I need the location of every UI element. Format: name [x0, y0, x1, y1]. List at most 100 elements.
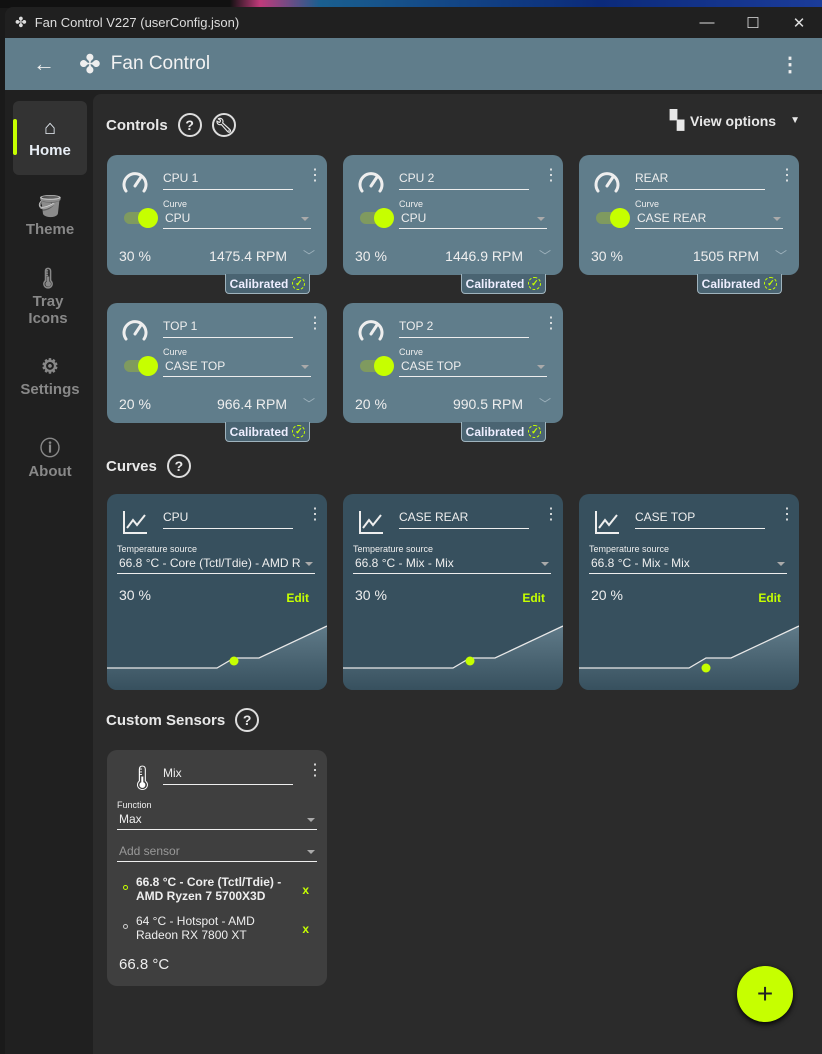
- more-options-icon[interactable]: ⋮: [543, 168, 559, 184]
- curve-select[interactable]: Curve CASE REAR: [635, 199, 783, 229]
- help-icon[interactable]: ?: [177, 113, 202, 137]
- info-icon: ⓘ: [40, 438, 60, 460]
- check-circle-icon: ✓: [528, 425, 542, 438]
- control-name-field[interactable]: CPU 1: [163, 171, 293, 190]
- check-circle-icon: ✓: [764, 277, 778, 290]
- app-bar: ← ✤ Fan Control ⋮: [5, 38, 822, 90]
- maximize-button[interactable]: ☐: [730, 7, 776, 38]
- custom-sensor-card: 🌡 Mix ⋮ Function Max Add sensor 66.8 °C -…: [107, 750, 327, 986]
- gear-icon: ⚙: [41, 356, 59, 378]
- sidebar-item-about[interactable]: ⓘ About: [13, 432, 87, 480]
- edit-curve-button[interactable]: Edit: [758, 591, 781, 605]
- temperature-source-select[interactable]: Temperature source 66.8 °C - Mix - Mix: [353, 544, 551, 574]
- section-title: Controls: [106, 116, 168, 134]
- calibrated-badge: Calibrated ✓: [225, 422, 310, 442]
- control-card: CPU 1 ⋮ Curve CPU 30 % 1475.4 RPM ﹀: [107, 155, 327, 275]
- gauge-icon: [122, 320, 148, 341]
- control-name-field[interactable]: TOP 1: [163, 319, 293, 338]
- sidebar-item-theme[interactable]: 🪣 Theme: [13, 194, 87, 238]
- control-name-field[interactable]: REAR: [635, 171, 765, 190]
- sidebar-item-label: Settings: [20, 381, 80, 398]
- help-icon[interactable]: ?: [235, 708, 260, 732]
- chevron-down-icon[interactable]: ﹀: [303, 247, 315, 264]
- minimize-button[interactable]: —: [684, 7, 730, 38]
- temperature-source-select[interactable]: Temperature source 66.8 °C - Core (Tctl/T…: [117, 544, 315, 574]
- sidebar-item-settings[interactable]: ⚙ Settings: [13, 354, 87, 398]
- calibrated-badge: Calibrated ✓: [697, 274, 782, 294]
- field-label: Curve: [163, 347, 188, 357]
- control-card: TOP 2 ⋮ Curve CASE TOP 20 % 990.5 RPM ﹀: [343, 303, 563, 423]
- control-rpm: 1505 RPM: [692, 248, 759, 264]
- chevron-down-icon[interactable]: ﹀: [539, 395, 551, 412]
- fan-logo-icon: ✤: [79, 48, 101, 79]
- close-button[interactable]: ✕: [776, 7, 822, 38]
- enable-toggle[interactable]: [596, 208, 630, 228]
- curve-select[interactable]: Curve CASE TOP: [163, 347, 311, 377]
- curve-name-field[interactable]: CPU: [163, 510, 293, 529]
- control-percent: 20 %: [355, 396, 387, 412]
- paint-bucket-icon: 🪣: [37, 196, 63, 218]
- add-button[interactable]: +: [737, 966, 793, 1022]
- curve-select[interactable]: Curve CASE TOP: [399, 347, 547, 377]
- control-percent: 20 %: [119, 396, 151, 412]
- more-options-icon[interactable]: ⋮: [543, 316, 559, 332]
- chevron-down-icon[interactable]: ﹀: [775, 247, 787, 264]
- temperature-source-select[interactable]: Temperature source 66.8 °C - Mix - Mix: [589, 544, 787, 574]
- more-options-icon[interactable]: ⋮: [779, 507, 795, 523]
- section-title: Curves: [106, 457, 157, 475]
- curve-graph: [579, 625, 799, 690]
- sidebar-item-label: Home: [29, 142, 71, 159]
- thermometer-icon: 🌡: [127, 765, 158, 792]
- caret-down-icon: ▼: [790, 115, 800, 126]
- gauge-icon: [358, 172, 384, 193]
- curve-select[interactable]: Curve CPU: [399, 199, 547, 229]
- more-menu-button[interactable]: ⋮: [780, 52, 800, 77]
- chevron-down-icon[interactable]: ﹀: [539, 247, 551, 264]
- edit-curve-button[interactable]: Edit: [286, 591, 309, 605]
- enable-toggle[interactable]: [360, 356, 394, 376]
- curve-percent: 30 %: [119, 587, 151, 603]
- field-value: Max: [119, 812, 142, 826]
- back-button[interactable]: ←: [33, 51, 55, 77]
- curve-select[interactable]: Curve CPU: [163, 199, 311, 229]
- more-options-icon[interactable]: ⋮: [307, 507, 323, 523]
- more-options-icon[interactable]: ⋮: [543, 507, 559, 523]
- curve-name-field[interactable]: CASE REAR: [399, 510, 529, 529]
- field-placeholder: Add sensor: [119, 844, 180, 858]
- help-icon[interactable]: ?: [166, 454, 191, 478]
- more-options-icon[interactable]: ⋮: [307, 763, 323, 779]
- sidebar-item-tray-icons[interactable]: 🌡 Tray Icons: [13, 266, 83, 327]
- wrench-icon[interactable]: 🔧︎: [211, 113, 236, 137]
- field-label: Curve: [163, 199, 188, 209]
- sensor-name-field[interactable]: Mix: [163, 766, 293, 785]
- more-options-icon[interactable]: ⋮: [307, 168, 323, 184]
- control-name-field[interactable]: CPU 2: [399, 171, 529, 190]
- app-title: Fan Control: [110, 53, 211, 74]
- curve-name-field[interactable]: CASE TOP: [635, 510, 765, 529]
- curve-point: [701, 663, 711, 673]
- fan-icon: ✤: [15, 14, 27, 30]
- control-card: CPU 2 ⋮ Curve CPU 30 % 1446.9 RPM ﹀: [343, 155, 563, 275]
- sidebar-item-home[interactable]: ⌂ Home: [13, 101, 87, 175]
- view-options-button[interactable]: ▚ View options ▼: [670, 110, 800, 131]
- line-chart-icon: [595, 511, 619, 534]
- field-label: Curve: [399, 199, 424, 209]
- field-value: 66.8 °C - Mix - Mix: [355, 556, 454, 570]
- enable-toggle[interactable]: [124, 208, 158, 228]
- sensor-text: 64 °C - Hotspot - AMD Radeon RX 7800 XT: [136, 914, 255, 942]
- sensor-text: 66.8 °C - Core (Tctl/Tdie) - AMD Ryzen 7…: [136, 875, 282, 903]
- enable-toggle[interactable]: [360, 208, 394, 228]
- remove-sensor-button[interactable]: x: [302, 883, 309, 897]
- field-value: CASE TOP: [401, 359, 462, 373]
- control-name-field[interactable]: TOP 2: [399, 319, 529, 338]
- remove-sensor-button[interactable]: x: [302, 922, 309, 936]
- edit-curve-button[interactable]: Edit: [522, 591, 545, 605]
- control-rpm: 966.4 RPM: [216, 396, 287, 412]
- enable-toggle[interactable]: [124, 356, 158, 376]
- field-value: 66.8 °C - Core (Tctl/Tdie) - AMD R: [119, 556, 301, 570]
- more-options-icon[interactable]: ⋮: [307, 316, 323, 332]
- add-sensor-select[interactable]: Add sensor: [117, 842, 317, 862]
- chevron-down-icon[interactable]: ﹀: [303, 395, 315, 412]
- more-options-icon[interactable]: ⋮: [779, 168, 795, 184]
- function-select[interactable]: Function Max: [117, 800, 317, 830]
